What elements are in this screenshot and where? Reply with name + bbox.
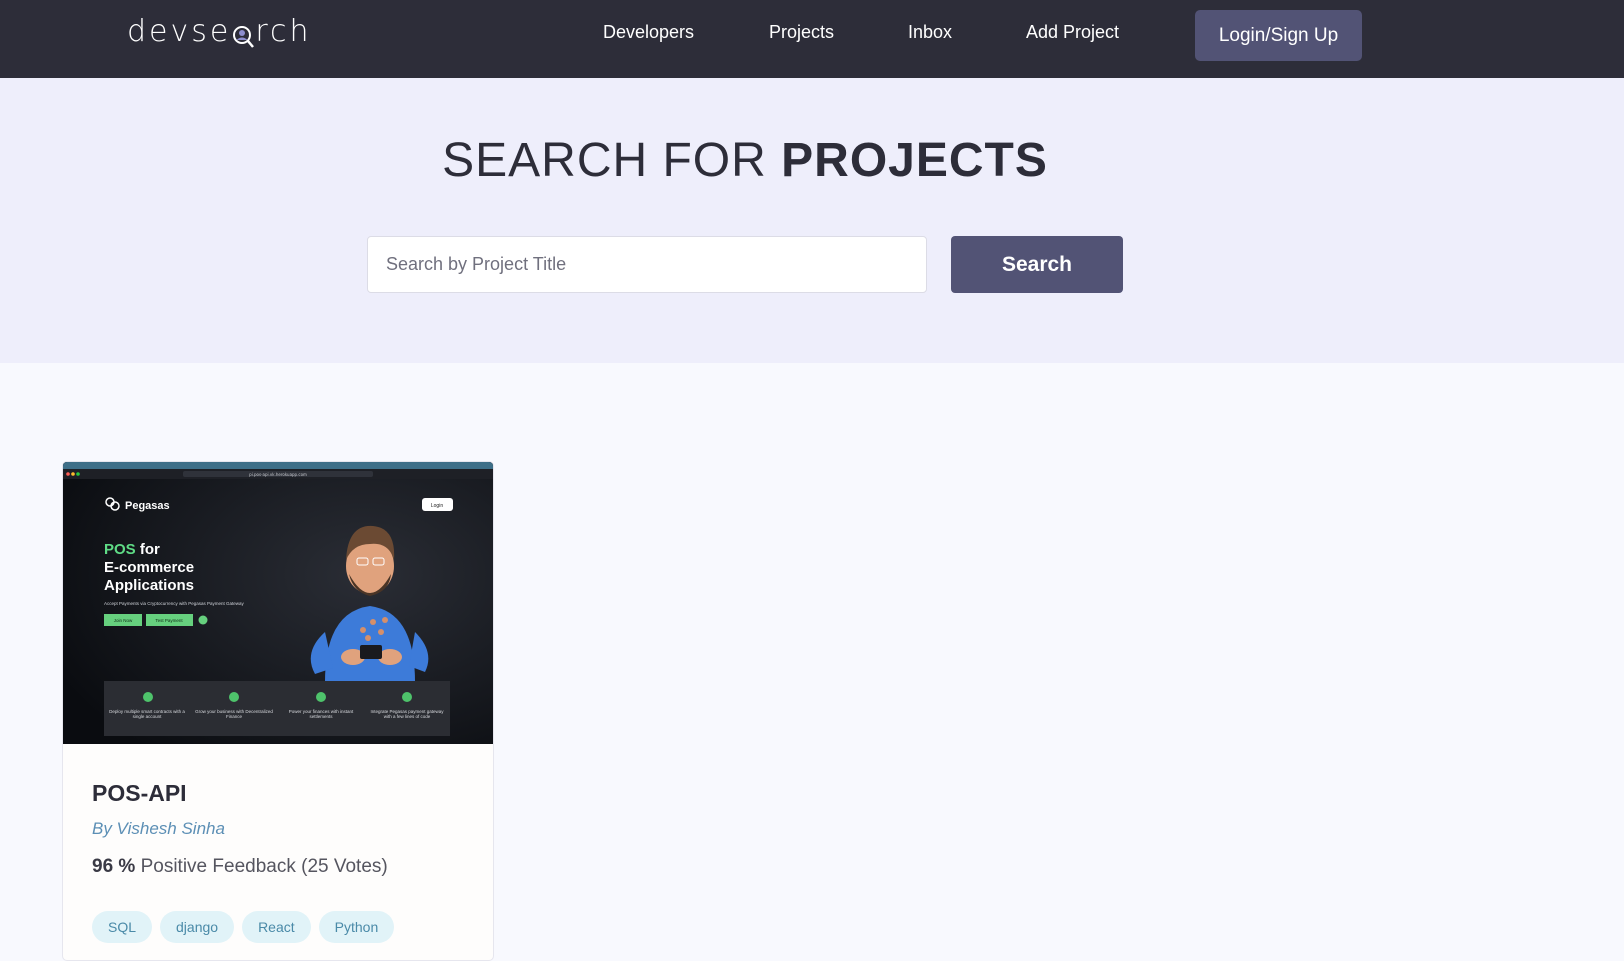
top-navbar: devse rch Developers Projects Inbox Add … [0,0,1624,78]
logo-text-end: rch [255,14,312,49]
nav-add-project[interactable]: Add Project [1026,22,1119,43]
thumb-headline-2: E-commerce [104,559,194,576]
feature-text-3: Power your finances with instant settlem… [289,709,354,719]
feature-icon-2 [229,692,239,702]
thumb-play-icon [198,615,208,625]
project-author-link[interactable]: By Vishesh Sinha [92,819,225,839]
mac-menubar [63,462,493,469]
search-hero: SEARCH FOR PROJECTS Search [0,78,1624,363]
feedback-text: Positive Feedback (25 Votes) [135,856,388,877]
site-logo[interactable]: devse rch [127,14,312,49]
tag-react[interactable]: React [242,911,311,943]
project-tags: SQL django React Python [92,911,395,943]
feature-icon-4 [402,692,412,702]
thumb-brand: Pegasas [125,500,170,512]
thumb-join-label: Join Now [114,618,133,623]
login-signup-button[interactable]: Login/Sign Up [1195,10,1362,61]
nav-projects[interactable]: Projects [769,22,834,43]
search-button[interactable]: Search [951,236,1123,293]
thumb-headline-1: POS for [104,541,160,558]
thumb-tagline: Accept Payments via Cryptocurrency with … [104,601,245,606]
nav-developers[interactable]: Developers [603,22,694,43]
tag-django[interactable]: django [160,911,235,943]
project-thumbnail[interactable]: pi.pos-api.vk.herokuapp.com Pegasas Logi… [63,462,493,744]
thumbnail-screenshot: pi.pos-api.vk.herokuapp.com Pegasas Logi… [63,462,493,744]
project-feedback: 96 % Positive Feedback (25 Votes) [92,856,388,878]
page-title: SEARCH FOR PROJECTS [0,133,1490,188]
thumb-headline-3: Applications [104,577,194,594]
feature-text-1: Deploy multiple smart contracts with a s… [109,709,185,719]
feature-text-4: Integrate Pegasas payment gateway with a… [370,709,443,719]
thumb-login-label: Login [431,503,443,509]
magnifier-logo-icon [232,19,255,48]
thumb-test-payment-label: Test Payment [155,618,183,623]
address-url: pi.pos-api.vk.herokuapp.com [249,472,307,477]
title-bold: PROJECTS [781,134,1048,187]
tag-sql[interactable]: SQL [92,911,153,943]
project-card[interactable]: pi.pos-api.vk.herokuapp.com Pegasas Logi… [62,461,494,961]
logo-text-start: devse [127,14,232,49]
nav-inbox[interactable]: Inbox [908,22,952,43]
feature-icon-3 [316,692,326,702]
feature-text-2: Grow your business with Decentralized Fi… [195,709,273,719]
search-input[interactable] [367,236,927,293]
project-title[interactable]: POS-API [92,780,187,807]
feedback-percent: 96 % [92,856,136,877]
feature-icon-1 [143,692,153,702]
title-light: SEARCH FOR [442,134,782,187]
tag-python[interactable]: Python [318,911,395,943]
